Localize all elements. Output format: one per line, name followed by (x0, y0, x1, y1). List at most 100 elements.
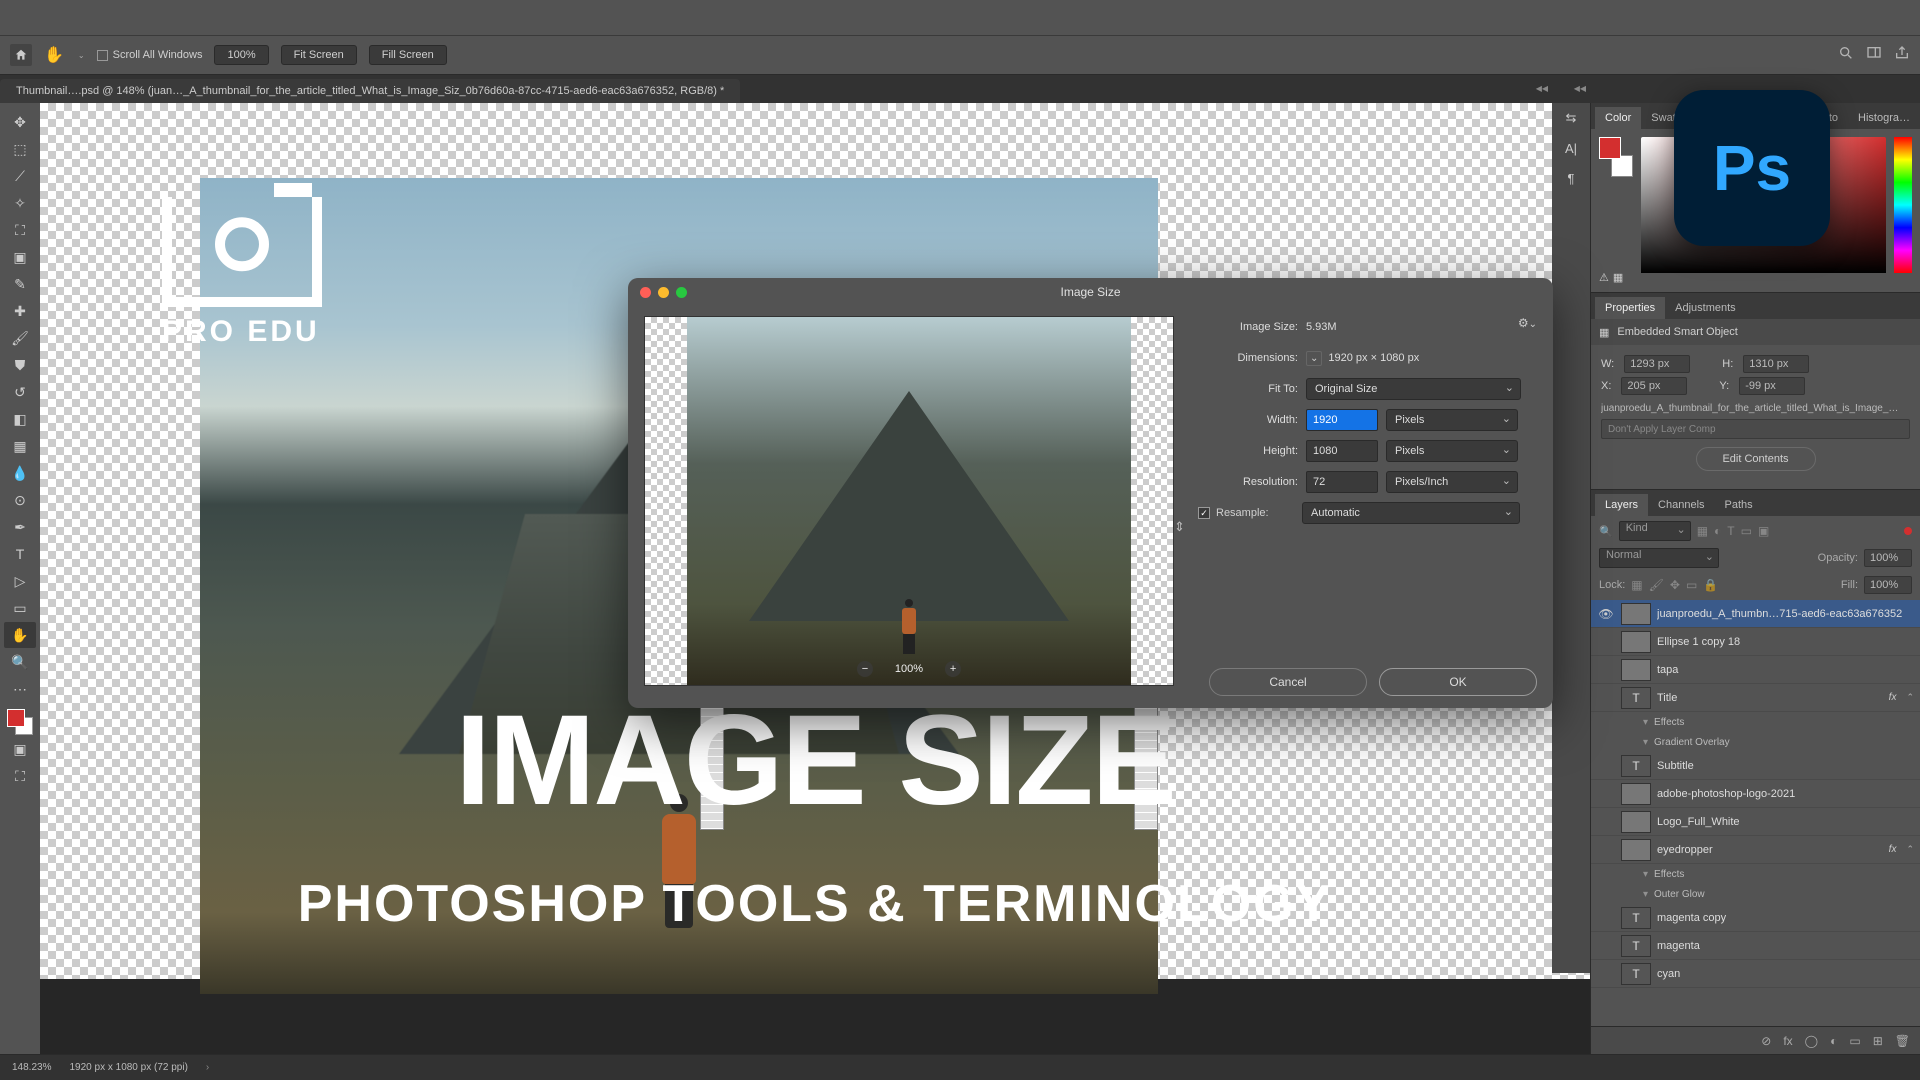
status-chevron-icon[interactable]: › (206, 1062, 209, 1073)
y-value[interactable]: -99 px (1739, 377, 1805, 395)
layer-thumbnail[interactable]: T (1621, 755, 1651, 777)
more-tools[interactable]: ⋯ (4, 676, 36, 702)
window-close-icon[interactable] (640, 287, 651, 298)
panel-color-swatches[interactable] (1599, 137, 1633, 177)
path-select-tool[interactable]: ▷ (4, 568, 36, 594)
window-minimize-icon[interactable] (658, 287, 669, 298)
opacity-value[interactable]: 100% (1864, 549, 1912, 567)
tab-properties[interactable]: Properties (1595, 297, 1665, 319)
layer-thumbnail[interactable] (1621, 631, 1651, 653)
lasso-tool[interactable]: ⟋ (4, 163, 36, 189)
width-input[interactable] (1306, 409, 1378, 431)
layer-thumbnail[interactable]: T (1621, 963, 1651, 985)
layer-row[interactable]: Tmagenta copy (1591, 904, 1920, 932)
layer-name[interactable]: eyedropper (1657, 844, 1883, 856)
layer-thumbnail[interactable]: T (1621, 935, 1651, 957)
layer-thumbnail[interactable] (1621, 811, 1651, 833)
filter-pixel-icon[interactable]: ▦ (1697, 524, 1708, 538)
filter-adjust-icon[interactable]: ◐ (1714, 524, 1721, 538)
layer-effect-item[interactable]: ▾Gradient Overlay (1591, 732, 1920, 752)
search-icon[interactable] (1838, 45, 1854, 61)
preview-zoom-out-button[interactable]: − (857, 661, 873, 677)
gradient-tool[interactable]: ▦ (4, 433, 36, 459)
filter-shape-icon[interactable]: ▭ (1741, 524, 1752, 538)
layer-thumbnail[interactable] (1621, 659, 1651, 681)
layer-name[interactable]: magenta copy (1657, 912, 1914, 924)
panel-collapse-arrow[interactable]: ◀◀ (1536, 84, 1548, 93)
web-color-icon[interactable]: ▦ (1613, 271, 1623, 284)
layer-name[interactable]: Ellipse 1 copy 18 (1657, 636, 1914, 648)
healing-tool[interactable]: ✚ (4, 298, 36, 324)
mini-panel-icon[interactable]: ¶ (1560, 167, 1582, 189)
layer-comp-select[interactable]: Don't Apply Layer Comp (1601, 419, 1910, 439)
layer-row[interactable]: Ellipse 1 copy 18 (1591, 628, 1920, 656)
dimensions-unit-toggle[interactable]: ⌄ (1306, 351, 1322, 366)
layer-name[interactable]: Subtitle (1657, 760, 1914, 772)
zoom-100-button[interactable]: 100% (214, 45, 268, 65)
layer-thumbnail[interactable] (1621, 783, 1651, 805)
eyedropper-tool[interactable]: ✎ (4, 271, 36, 297)
color-swatches[interactable] (7, 709, 33, 735)
lock-transparency-icon[interactable]: ▦ (1631, 578, 1642, 592)
home-icon[interactable] (10, 44, 32, 66)
layer-fx-icon[interactable]: fx (1783, 1034, 1792, 1048)
workspace-icon[interactable] (1866, 45, 1882, 61)
layer-visibility-icon[interactable]: 👁 (1597, 607, 1615, 621)
tab-paths[interactable]: Paths (1715, 494, 1763, 516)
zoom-tool[interactable]: 🔍 (4, 649, 36, 675)
filter-smart-icon[interactable]: ▣ (1758, 524, 1769, 538)
layer-row[interactable]: 👁 juanproedu_A_thumbn…715-aed6-eac63a6763… (1591, 600, 1920, 628)
stamp-tool[interactable]: ⛊ (4, 352, 36, 378)
panel-collapse-arrow[interactable]: ◀◀ (1574, 84, 1586, 93)
layer-name[interactable]: juanproedu_A_thumbn…715-aed6-eac63a67635… (1657, 608, 1914, 620)
chevron-down-icon[interactable]: ⌄ (78, 51, 85, 60)
brush-tool[interactable]: 🖌 (4, 325, 36, 351)
lock-all-icon[interactable]: 🔒 (1703, 578, 1718, 592)
frame-tool[interactable]: ▣ (4, 244, 36, 270)
x-value[interactable]: 205 px (1621, 377, 1687, 395)
layer-name[interactable]: cyan (1657, 968, 1914, 980)
cancel-button[interactable]: Cancel (1209, 668, 1367, 696)
new-layer-icon[interactable]: ⊞ (1873, 1034, 1883, 1048)
adjustment-layer-icon[interactable]: ◐ (1830, 1034, 1837, 1048)
gamut-warning-icon[interactable]: ⚠ (1599, 271, 1609, 284)
tab-histogram[interactable]: Histogra… (1848, 107, 1920, 129)
link-layers-icon[interactable]: ⊘ (1761, 1034, 1771, 1048)
delete-layer-icon[interactable]: 🗑 (1895, 1034, 1910, 1048)
blend-mode-select[interactable]: Normal (1599, 548, 1719, 568)
hue-slider[interactable] (1894, 137, 1912, 273)
shape-tool[interactable]: ▭ (4, 595, 36, 621)
screen-mode-icon[interactable]: ⛶ (4, 763, 36, 789)
fit-to-select[interactable]: Original Size (1306, 378, 1521, 400)
layer-effect-item[interactable]: ▾Effects (1591, 712, 1920, 732)
layer-thumbnail[interactable]: T (1621, 687, 1651, 709)
height-unit-select[interactable]: Pixels (1386, 440, 1518, 462)
status-zoom[interactable]: 148.23% (12, 1062, 51, 1073)
layer-name[interactable]: magenta (1657, 940, 1914, 952)
scroll-all-option[interactable]: Scroll All Windows (97, 49, 203, 61)
fill-value[interactable]: 100% (1864, 576, 1912, 594)
layer-filter-kind[interactable]: Kind (1619, 521, 1691, 541)
layer-row[interactable]: Tmagenta (1591, 932, 1920, 960)
layer-fx-badge[interactable]: fx (1889, 692, 1897, 703)
tab-channels[interactable]: Channels (1648, 494, 1714, 516)
layer-row[interactable]: eyedropperfx⌃ (1591, 836, 1920, 864)
layer-mask-icon[interactable]: ◯ (1805, 1034, 1818, 1048)
resolution-unit-select[interactable]: Pixels/Inch (1386, 471, 1518, 493)
move-tool[interactable]: ✥ (4, 109, 36, 135)
dialog-gear-icon[interactable]: ⚙⌄ (1518, 316, 1537, 330)
layer-row[interactable]: TTitlefx⌃ (1591, 684, 1920, 712)
hand-tool[interactable]: ✋ (4, 622, 36, 648)
quick-mask-icon[interactable]: ▣ (4, 736, 36, 762)
crop-tool[interactable]: ⛶ (4, 217, 36, 243)
layer-name[interactable]: adobe-photoshop-logo-2021 (1657, 788, 1914, 800)
dialog-preview[interactable]: − 100% + (644, 316, 1174, 686)
resolution-input[interactable] (1306, 471, 1378, 493)
resample-checkbox[interactable]: ✓ (1198, 507, 1210, 519)
layer-row[interactable]: T Subtitle (1591, 752, 1920, 780)
wand-tool[interactable]: ✧ (4, 190, 36, 216)
layer-row[interactable]: Logo_Full_White (1591, 808, 1920, 836)
resample-select[interactable]: Automatic (1302, 502, 1520, 524)
marquee-tool[interactable]: ⬚ (4, 136, 36, 162)
width-unit-select[interactable]: Pixels (1386, 409, 1518, 431)
